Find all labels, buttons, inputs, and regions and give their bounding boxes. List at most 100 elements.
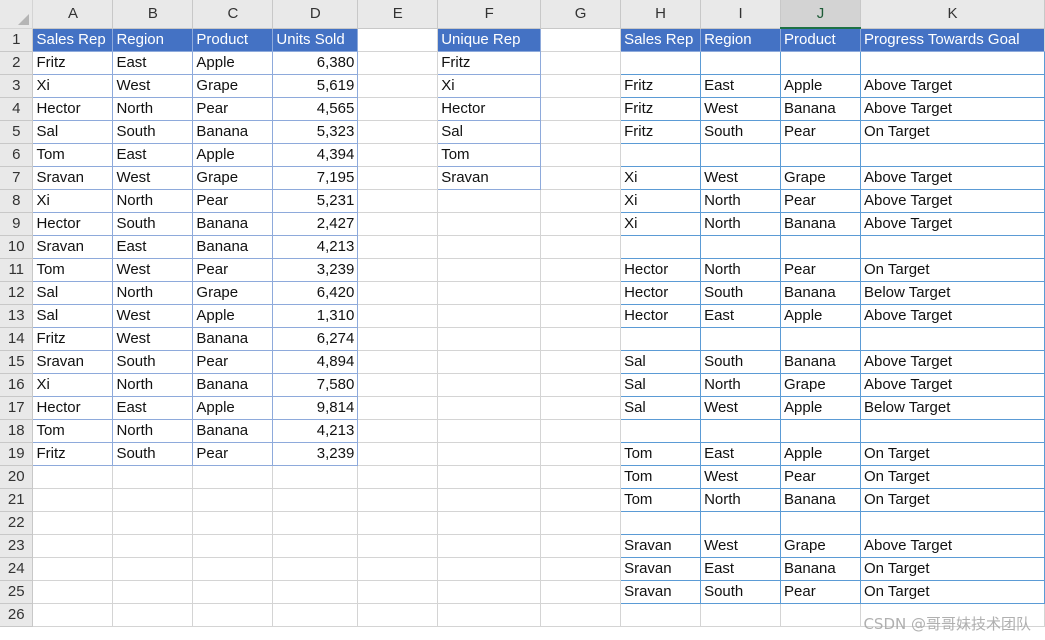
cell[interactable] xyxy=(700,51,782,75)
cell[interactable]: 7,195 xyxy=(272,166,359,190)
column-header-g[interactable]: G xyxy=(540,0,622,29)
row-header[interactable]: 15 xyxy=(0,350,34,374)
cell-header-sales-rep[interactable]: Sales Rep xyxy=(620,28,702,52)
cell[interactable]: Banana xyxy=(780,281,861,305)
cell[interactable] xyxy=(620,143,702,167)
cell[interactable]: Banana xyxy=(192,120,274,144)
cell[interactable]: Hector xyxy=(620,258,702,282)
row-header[interactable]: 9 xyxy=(0,212,34,236)
cell[interactable]: Apple xyxy=(192,143,274,167)
cell[interactable]: 6,420 xyxy=(272,281,359,305)
cell[interactable]: Fritz xyxy=(437,51,542,75)
cell[interactable] xyxy=(780,511,861,535)
cell[interactable] xyxy=(860,235,1045,259)
cell[interactable]: Above Target xyxy=(860,212,1045,236)
cell[interactable] xyxy=(540,281,622,305)
cell[interactable]: Above Target xyxy=(860,189,1045,213)
cell[interactable]: Sal xyxy=(620,396,702,420)
cell[interactable]: Sal xyxy=(620,373,702,397)
cell[interactable] xyxy=(357,28,439,52)
cell[interactable] xyxy=(437,212,542,236)
cell[interactable] xyxy=(540,350,622,374)
cell[interactable]: North xyxy=(112,373,194,397)
row-header[interactable]: 22 xyxy=(0,511,34,535)
cell[interactable]: 3,239 xyxy=(272,258,359,282)
cell[interactable] xyxy=(272,557,359,581)
cell-header-region[interactable]: Region xyxy=(700,28,782,52)
cell[interactable] xyxy=(192,580,274,604)
cell[interactable] xyxy=(540,120,622,144)
cell[interactable] xyxy=(700,235,782,259)
column-header-a[interactable]: A xyxy=(32,0,114,29)
row-header[interactable]: 23 xyxy=(0,534,34,558)
cell[interactable] xyxy=(112,557,194,581)
cell[interactable] xyxy=(357,212,439,236)
row-header[interactable]: 10 xyxy=(0,235,34,259)
cell[interactable]: North xyxy=(112,97,194,121)
cell[interactable] xyxy=(357,603,439,627)
cell[interactable]: Banana xyxy=(780,97,861,121)
cell[interactable] xyxy=(860,51,1045,75)
row-header[interactable]: 1 xyxy=(0,28,34,52)
cell[interactable] xyxy=(540,419,622,443)
cell[interactable] xyxy=(700,511,782,535)
cell[interactable] xyxy=(437,442,542,466)
cell[interactable]: Sravan xyxy=(620,534,702,558)
cell[interactable]: 6,274 xyxy=(272,327,359,351)
cell[interactable]: East xyxy=(700,442,782,466)
cell[interactable] xyxy=(192,511,274,535)
spreadsheet-grid[interactable]: ABCDEFGHIJK 1 Sales Rep Region Product Units… xyxy=(0,0,1045,627)
cell[interactable]: Tom xyxy=(32,143,114,167)
cell[interactable] xyxy=(357,166,439,190)
cell[interactable]: Above Target xyxy=(860,534,1045,558)
cell[interactable]: Banana xyxy=(192,235,274,259)
cell[interactable]: Above Target xyxy=(860,304,1045,328)
cell[interactable] xyxy=(620,603,702,627)
cell[interactable] xyxy=(540,51,622,75)
cell[interactable] xyxy=(700,143,782,167)
cell[interactable]: East xyxy=(700,304,782,328)
cell[interactable] xyxy=(437,534,542,558)
cell[interactable]: Tom xyxy=(620,465,702,489)
cell-header-region[interactable]: Region xyxy=(112,28,194,52)
cell[interactable]: West xyxy=(112,327,194,351)
cell[interactable]: Pear xyxy=(780,465,861,489)
cell[interactable]: Apple xyxy=(780,396,861,420)
cell[interactable]: On Target xyxy=(860,488,1045,512)
cell[interactable] xyxy=(32,488,114,512)
cell[interactable] xyxy=(32,534,114,558)
cell[interactable] xyxy=(437,258,542,282)
cell[interactable] xyxy=(437,373,542,397)
cell[interactable]: Xi xyxy=(620,189,702,213)
cell[interactable] xyxy=(32,580,114,604)
cell[interactable] xyxy=(780,51,861,75)
cell[interactable] xyxy=(540,396,622,420)
cell[interactable]: Grape xyxy=(192,166,274,190)
cell[interactable]: East xyxy=(112,51,194,75)
cell[interactable]: North xyxy=(700,212,782,236)
cell[interactable]: South xyxy=(112,350,194,374)
cell[interactable] xyxy=(357,557,439,581)
cell[interactable]: East xyxy=(112,396,194,420)
cell[interactable]: 4,213 xyxy=(272,419,359,443)
cell[interactable] xyxy=(357,120,439,144)
cell[interactable]: Sal xyxy=(620,350,702,374)
column-header-j[interactable]: J xyxy=(780,0,861,29)
cell[interactable]: East xyxy=(112,143,194,167)
cell[interactable] xyxy=(700,419,782,443)
cell[interactable] xyxy=(780,603,861,627)
cell[interactable]: 6,380 xyxy=(272,51,359,75)
cell[interactable] xyxy=(540,327,622,351)
cell[interactable]: Banana xyxy=(192,212,274,236)
cell[interactable]: Sal xyxy=(32,120,114,144)
cell[interactable] xyxy=(540,166,622,190)
cell[interactable] xyxy=(700,327,782,351)
cell[interactable] xyxy=(780,327,861,351)
cell[interactable]: West xyxy=(112,166,194,190)
cell[interactable]: Pear xyxy=(192,97,274,121)
cell[interactable]: Apple xyxy=(192,304,274,328)
cell[interactable]: Fritz xyxy=(32,51,114,75)
cell[interactable]: Above Target xyxy=(860,373,1045,397)
cell[interactable]: Banana xyxy=(780,488,861,512)
cell[interactable]: Grape xyxy=(780,166,861,190)
